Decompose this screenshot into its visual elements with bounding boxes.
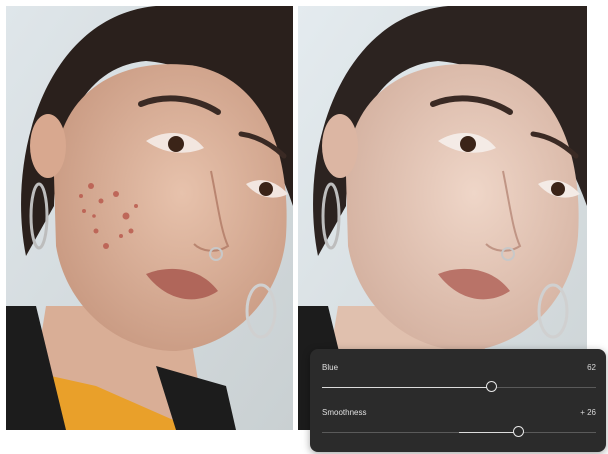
blue-slider-value: 62: [587, 363, 596, 372]
before-after-comparison: Blue 62 Smoothness + 26: [0, 0, 608, 454]
before-photo: [6, 6, 293, 430]
blue-slider-track[interactable]: [322, 381, 596, 392]
smoothness-slider-value: + 26: [580, 408, 596, 417]
blue-slider-thumb[interactable]: [485, 381, 497, 392]
blue-slider-row: Blue 62: [322, 363, 596, 397]
smoothness-slider-row: Smoothness + 26: [322, 408, 596, 442]
smoothness-slider-label: Smoothness: [322, 408, 367, 417]
smoothness-slider-fill: [459, 432, 520, 433]
blue-slider-label: Blue: [322, 363, 339, 372]
adjustment-panel: Blue 62 Smoothness + 26: [310, 349, 606, 452]
blue-slider-fill: [322, 387, 492, 388]
smoothness-slider-track[interactable]: [322, 426, 596, 437]
smoothness-slider-thumb[interactable]: [513, 426, 525, 437]
